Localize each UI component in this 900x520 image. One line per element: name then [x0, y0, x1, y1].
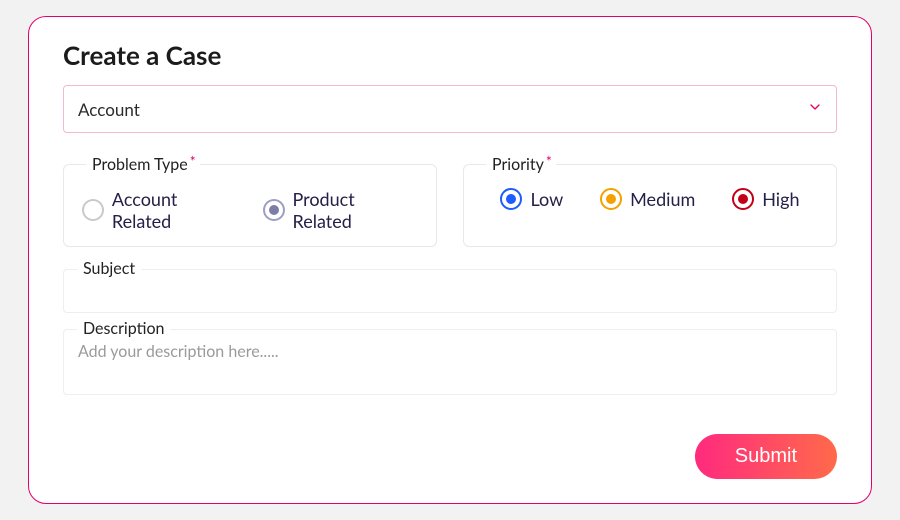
- subject-field: Subject: [63, 269, 837, 313]
- radio-icon: [82, 199, 104, 221]
- subject-label: Subject: [77, 259, 141, 278]
- form-footer: Submit: [63, 420, 837, 479]
- submit-button[interactable]: Submit: [695, 434, 837, 479]
- radio-icon: [263, 199, 285, 221]
- account-select[interactable]: Account: [63, 85, 837, 133]
- page-title: Create a Case: [63, 39, 837, 71]
- description-field: Description: [63, 329, 837, 399]
- radio-priority-medium[interactable]: Medium: [600, 188, 695, 210]
- radio-icon: [500, 188, 522, 210]
- problem-type-legend-text: Problem Type: [92, 155, 188, 174]
- problem-type-fieldset: Problem Type* Account Related Product Re…: [63, 155, 437, 247]
- priority-legend-text: Priority: [492, 155, 544, 174]
- options-row: Problem Type* Account Related Product Re…: [63, 155, 837, 247]
- account-select-wrap: Account: [63, 85, 837, 133]
- radio-account-related[interactable]: Account Related: [82, 188, 241, 232]
- radio-priority-high[interactable]: High: [732, 188, 799, 210]
- radio-label: Medium: [630, 188, 695, 210]
- priority-legend: Priority*: [486, 155, 556, 174]
- radio-priority-low[interactable]: Low: [500, 188, 563, 210]
- account-select-value: Account: [78, 99, 140, 120]
- radio-label: Account Related: [112, 188, 241, 232]
- problem-type-options: Account Related Product Related: [82, 188, 418, 232]
- radio-icon: [732, 188, 754, 210]
- required-mark: *: [546, 153, 552, 170]
- subject-input[interactable]: [63, 269, 837, 313]
- required-mark: *: [190, 153, 196, 170]
- radio-label: Product Related: [293, 188, 418, 232]
- radio-product-related[interactable]: Product Related: [263, 188, 418, 232]
- radio-label: High: [762, 188, 799, 210]
- radio-label: Low: [530, 188, 563, 210]
- problem-type-legend: Problem Type*: [86, 155, 200, 174]
- create-case-card: Create a Case Account Problem Type* Acco…: [28, 16, 872, 504]
- radio-icon: [600, 188, 622, 210]
- priority-options: Low Medium High: [482, 188, 818, 210]
- description-input[interactable]: [63, 329, 837, 395]
- description-label: Description: [77, 319, 170, 338]
- priority-fieldset: Priority* Low Medium High: [463, 155, 837, 247]
